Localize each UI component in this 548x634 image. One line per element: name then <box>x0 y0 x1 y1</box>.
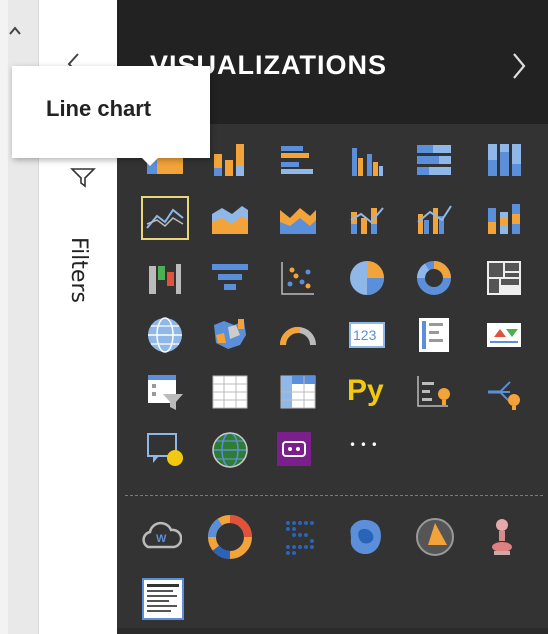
card-icon[interactable]: 123 <box>347 315 387 355</box>
waterfall-chart-icon[interactable] <box>145 258 185 298</box>
stacked-column-chart-icon[interactable] <box>210 140 250 180</box>
tooltip-pointer <box>140 156 160 166</box>
area-chart-icon[interactable] <box>210 198 250 238</box>
100pct-stacked-column-chart-icon[interactable] <box>484 140 524 180</box>
100pct-stacked-bar-chart-icon[interactable] <box>414 140 454 180</box>
panel-bottom-edge <box>117 628 548 634</box>
more-visuals-icon[interactable]: • • • <box>345 430 385 470</box>
sunburst-icon[interactable] <box>208 515 252 559</box>
matrix-icon[interactable] <box>278 372 318 412</box>
qa-icon[interactable] <box>145 430 185 470</box>
stacked-area-chart-icon[interactable] <box>278 198 318 238</box>
table-icon[interactable] <box>210 372 250 412</box>
line-and-stacked-column-chart-icon[interactable] <box>347 198 387 238</box>
filled-map-icon[interactable] <box>210 315 250 355</box>
custom-visuals-divider <box>125 495 543 496</box>
dot-plot-icon[interactable] <box>280 515 322 559</box>
left-edge-strip <box>0 0 8 634</box>
tooltip-text: Line chart <box>46 96 152 121</box>
more-visuals-label: • • • <box>349 438 378 452</box>
multi-row-card-icon[interactable] <box>414 315 454 355</box>
powerapps-icon[interactable] <box>275 430 315 470</box>
blob-map-icon[interactable] <box>345 515 387 559</box>
clustered-column-chart-icon[interactable] <box>347 140 387 180</box>
clustered-bar-chart-icon[interactable] <box>278 140 318 180</box>
gauge-icon[interactable] <box>278 315 318 355</box>
filter-funnel-icon[interactable] <box>70 166 96 188</box>
treemap-icon[interactable] <box>484 258 524 298</box>
radar-chart-icon[interactable] <box>414 515 456 559</box>
globe-map-icon[interactable] <box>210 430 250 470</box>
donut-chart-icon[interactable] <box>414 258 454 298</box>
pin-icon[interactable] <box>484 515 520 559</box>
text-table-icon[interactable] <box>140 576 186 622</box>
line-chart-icon[interactable] <box>143 198 187 238</box>
kpi-icon[interactable] <box>484 315 524 355</box>
word-cloud-label: W <box>156 533 167 545</box>
line-chart-tooltip: Line chart <box>12 66 210 158</box>
funnel-chart-icon[interactable] <box>210 258 250 298</box>
scatter-chart-icon[interactable] <box>278 258 318 298</box>
card-label: 123 <box>353 327 377 343</box>
map-icon[interactable] <box>145 315 185 355</box>
python-label: Py <box>347 374 384 407</box>
word-cloud-icon[interactable]: W <box>140 517 182 557</box>
expand-panel-arrow-icon[interactable] <box>508 50 530 82</box>
key-influencers-icon[interactable] <box>414 372 454 412</box>
ribbon-chart-icon[interactable] <box>484 198 524 238</box>
filters-label[interactable]: Filters <box>58 220 98 320</box>
line-and-clustered-column-chart-icon[interactable] <box>414 198 454 238</box>
pie-chart-icon[interactable] <box>347 258 387 298</box>
python-visual-icon[interactable]: Py <box>345 372 391 412</box>
decomposition-tree-icon[interactable] <box>484 372 524 412</box>
slicer-icon[interactable] <box>145 372 185 412</box>
scroll-up-arrow-icon[interactable] <box>8 22 22 35</box>
